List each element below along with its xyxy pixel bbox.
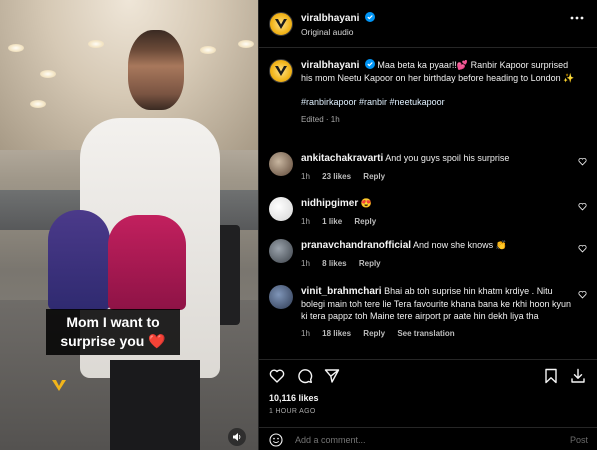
caption-username[interactable]: viralbhayani [301, 60, 359, 71]
comment-reply-button[interactable]: Reply [363, 329, 385, 338]
comment-username[interactable]: ankitachakravarti [301, 153, 383, 164]
viralbhayani-logo-icon [275, 66, 287, 76]
comment-likes[interactable]: 1 like [322, 217, 342, 226]
post-header: viralbhayani Original audio [259, 0, 597, 48]
comment-item: vinit_brahmchari Bhai ab toh suprise hin… [269, 285, 589, 353]
speaker-icon [233, 433, 241, 441]
comment-like-heart-icon[interactable] [578, 244, 587, 253]
viralbhayani-logo-icon [275, 19, 287, 29]
comment-likes[interactable]: 18 likes [322, 329, 351, 338]
comment-username[interactable]: pranavchandranofficial [301, 240, 411, 251]
comment-composer: Post [259, 427, 597, 450]
comment-like-heart-icon[interactable] [578, 290, 587, 299]
comment-text: 😍 [360, 198, 372, 208]
bookmark-icon[interactable] [543, 368, 559, 384]
person-head [128, 30, 184, 110]
comment-item: ankitachakravarti And you guys spoil his… [269, 152, 589, 186]
ceiling-light [88, 40, 104, 48]
person-legs [110, 360, 200, 450]
post-caption: viralbhayani Maa beta ka pyaar!!💕 Ranbir… [269, 59, 589, 149]
comment-time: 1h [301, 259, 310, 268]
post-panel: viralbhayani Original audio viralbhayani [258, 0, 597, 450]
share-icon[interactable] [324, 368, 340, 384]
ceiling-light [200, 46, 216, 54]
ceiling-light [8, 44, 24, 52]
comment-like-heart-icon[interactable] [578, 202, 587, 211]
author-avatar[interactable] [269, 12, 293, 36]
post-time-ago[interactable]: 1 HOUR AGO [269, 408, 316, 415]
video-caption: Mom I want to surprise you ❤️ [46, 309, 180, 355]
post-action-bar [259, 359, 597, 389]
heart-icon[interactable] [269, 368, 285, 384]
verified-badge-icon [364, 12, 375, 22]
comment-reply-button[interactable]: Reply [359, 259, 381, 268]
comment-text: And now she knows 👏 [413, 240, 507, 250]
commenter-avatar[interactable] [269, 197, 293, 221]
commenter-avatar[interactable] [269, 285, 293, 309]
caption-avatar[interactable] [269, 59, 293, 83]
author-username[interactable]: viralbhayani [301, 13, 359, 24]
ceiling-light [238, 40, 254, 48]
comment-item: pranavchandranofficial And now she knows… [269, 239, 589, 273]
more-horizontal-icon[interactable] [570, 16, 584, 20]
audio-label[interactable]: Original audio [301, 27, 353, 37]
ceiling-light [40, 70, 56, 78]
comment-text: And you guys spoil his surprise [385, 153, 510, 163]
comment-like-heart-icon[interactable] [578, 157, 587, 166]
comment-time: 1h [301, 329, 310, 338]
caption-line-2: surprise you [60, 333, 145, 349]
download-icon[interactable] [570, 368, 586, 384]
caption-line-1: Mom I want to [66, 314, 160, 330]
caption-hashtags[interactable]: #ranbirkapoor #ranbir #neetukapoor [301, 96, 579, 108]
comment-reply-button[interactable]: Reply [363, 172, 385, 181]
comments-scroll-area[interactable]: viralbhayani Maa beta ka pyaar!!💕 Ranbir… [259, 49, 597, 359]
caption-emoji: ❤️ [148, 333, 166, 349]
emoji-icon[interactable] [269, 433, 283, 447]
ceiling-light [30, 100, 46, 108]
comment-username[interactable]: nidhipgimer [301, 198, 358, 209]
commenter-avatar[interactable] [269, 152, 293, 176]
overlay-photo [48, 210, 188, 310]
see-translation-button[interactable]: See translation [397, 329, 454, 338]
commenter-avatar[interactable] [269, 239, 293, 263]
comment-likes[interactable]: 23 likes [322, 172, 351, 181]
mute-button[interactable] [228, 428, 246, 446]
post-comment-button[interactable]: Post [570, 435, 588, 445]
comment-username[interactable]: vinit_brahmchari [301, 286, 382, 297]
overlay-person-right [108, 215, 186, 310]
comment-time: 1h [301, 217, 310, 226]
viralbhayani-watermark-icon [52, 380, 66, 391]
overlay-person-left [48, 210, 110, 310]
add-comment-input[interactable] [295, 433, 555, 447]
comment-icon[interactable] [297, 368, 313, 384]
caption-meta: Edited · 1h [301, 115, 340, 124]
reel-video[interactable]: Mom I want to surprise you ❤️ [0, 0, 258, 450]
comment-likes[interactable]: 8 likes [322, 259, 346, 268]
comment-reply-button[interactable]: Reply [354, 217, 376, 226]
comment-item: nidhipgimer 😍 1h 1 like Reply [269, 197, 589, 231]
likes-count[interactable]: 10,116 likes [269, 393, 319, 403]
verified-badge-icon [364, 59, 375, 69]
comment-time: 1h [301, 172, 310, 181]
